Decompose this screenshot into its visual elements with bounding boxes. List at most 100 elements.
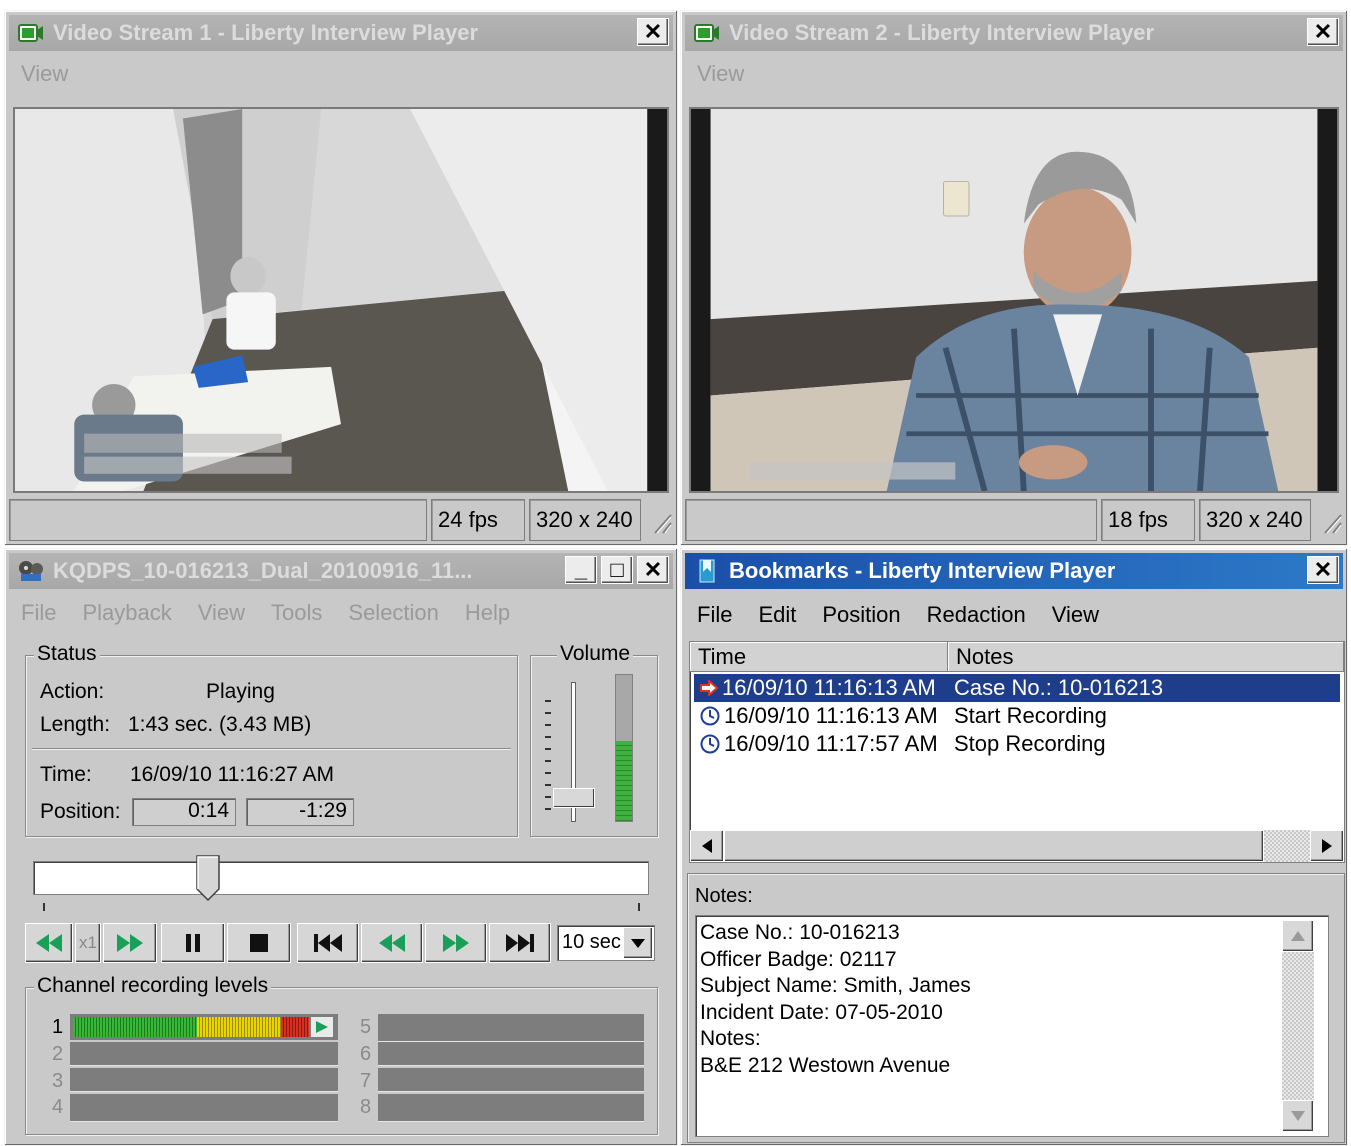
menu-view[interactable]: View <box>1052 602 1099 628</box>
channel-3-level-meter <box>70 1068 338 1092</box>
status-bar: 24 fps 320 x 240 <box>9 499 673 541</box>
video-stream-2-window: Video Stream 2 - Liberty Interview Playe… <box>680 10 1348 546</box>
close-button[interactable]: ✕ <box>637 18 669 46</box>
position-elapsed: 0:14 <box>132 798 236 826</box>
notes-line: Incident Date: 07-05-2010 <box>700 1000 943 1024</box>
seek-slider-thumb[interactable] <box>196 855 220 902</box>
go-to-start-button[interactable] <box>297 923 359 963</box>
menu-bar: File Playback View Tools Selection Help <box>9 598 673 628</box>
minimize-button[interactable]: _ <box>565 556 597 584</box>
close-button[interactable]: ✕ <box>1307 556 1339 584</box>
title-bar[interactable]: KQDPS_10-016213_Dual_20100916_11... _ □ … <box>9 553 673 589</box>
channel-number: 8 <box>360 1096 372 1118</box>
bookmark-note: Start Recording <box>954 703 1107 728</box>
volume-slider-thumb[interactable] <box>553 788 595 808</box>
close-button[interactable]: ✕ <box>637 556 669 584</box>
fps-readout: 18 fps <box>1101 499 1195 541</box>
volume-ticks <box>545 690 551 810</box>
status-group: Status Action: Playing Length: 1:43 sec.… <box>25 642 518 837</box>
channel-levels-group: Channel recording levels 1 2 3 4 5 6 7 8 <box>25 974 658 1135</box>
window-title: Video Stream 2 - Liberty Interview Playe… <box>729 20 1155 45</box>
resize-grip-icon[interactable] <box>1315 499 1343 541</box>
menu-playback[interactable]: Playback <box>82 600 171 626</box>
title-bar[interactable]: Video Stream 2 - Liberty Interview Playe… <box>685 15 1343 51</box>
scroll-up-button[interactable] <box>1282 920 1314 952</box>
channel-4-level-meter <box>70 1094 338 1122</box>
channel-number: 1 <box>52 1016 64 1038</box>
channel-number: 2 <box>52 1043 64 1065</box>
notes-line: Subject Name: Smith, James <box>700 974 971 997</box>
close-button[interactable]: ✕ <box>1307 18 1339 46</box>
channel-6-level-meter <box>378 1042 644 1066</box>
faster-button[interactable] <box>103 923 157 963</box>
channel-number: 3 <box>52 1070 64 1092</box>
menu-view[interactable]: View <box>21 61 68 87</box>
menu-position[interactable]: Position <box>822 602 900 628</box>
seek-tick-end <box>638 903 640 911</box>
menu-view[interactable]: View <box>697 61 744 87</box>
seek-track[interactable] <box>33 861 649 895</box>
status-bar: 18 fps 320 x 240 <box>685 499 1343 541</box>
menu-edit[interactable]: Edit <box>758 602 796 628</box>
pause-button[interactable] <box>161 923 225 963</box>
menu-view[interactable]: View <box>198 600 245 626</box>
menu-file[interactable]: File <box>697 602 732 628</box>
video-frame-2 <box>689 107 1339 493</box>
list-item[interactable]: 16/09/10 11:16:13 AM Case No.: 10-016213 <box>694 674 1340 702</box>
window-title: KQDPS_10-016213_Dual_20100916_11... <box>53 558 473 583</box>
channel-number: 5 <box>360 1016 372 1038</box>
bookmark-note: Stop Recording <box>954 731 1106 756</box>
status-empty <box>9 499 427 541</box>
volume-label: Volume <box>557 642 634 666</box>
menu-redaction[interactable]: Redaction <box>927 602 1026 628</box>
notes-line: Officer Badge: 02117 <box>700 947 897 971</box>
skip-back-button[interactable] <box>361 923 423 963</box>
notes-textarea[interactable]: Case No.: 10-016213 Officer Badge: 02117… <box>695 915 1329 1137</box>
column-header-time[interactable]: Time <box>690 642 948 672</box>
bookmarks-window: Bookmarks - Liberty Interview Player ✕ F… <box>680 548 1348 1146</box>
menu-selection[interactable]: Selection <box>348 600 439 626</box>
horizontal-scroll-thumb[interactable] <box>724 830 1264 862</box>
resize-grip-icon[interactable] <box>645 499 673 541</box>
bookmark-list: Time Notes 16/09/10 11:16:13 AM Case No.… <box>689 641 1345 863</box>
bookmark-note: Case No.: 10-016213 <box>954 675 1164 700</box>
title-bar[interactable]: Video Stream 1 - Liberty Interview Playe… <box>9 15 673 51</box>
position-remaining: -1:29 <box>246 798 354 826</box>
bookmark-time: 16/09/10 11:16:13 AM <box>724 703 938 728</box>
level-red-segment <box>281 1017 309 1037</box>
skip-interval-select[interactable]: 10 sec <box>557 925 655 961</box>
arrow-right-icon <box>700 680 718 696</box>
video-frame-1 <box>13 107 669 493</box>
bookmark-icon <box>693 559 721 583</box>
chevron-down-icon[interactable] <box>623 927 653 959</box>
list-item[interactable]: 16/09/10 11:16:13 AM Start Recording <box>694 702 1340 730</box>
notes-line: B&E 212 Westown Avenue <box>700 1053 951 1077</box>
channel-7-level-meter <box>378 1068 644 1092</box>
stop-button[interactable] <box>227 923 291 963</box>
menu-tools[interactable]: Tools <box>271 600 322 626</box>
menu-bar: View <box>685 59 1343 89</box>
scroll-left-button[interactable] <box>690 830 724 862</box>
play-icon <box>311 1017 333 1037</box>
skip-forward-button[interactable] <box>425 923 487 963</box>
vertical-scrollbar[interactable] <box>1282 920 1314 1132</box>
status-empty <box>685 499 1097 541</box>
skip-interval-value: 10 sec <box>562 931 621 953</box>
maximize-button[interactable]: □ <box>601 556 633 584</box>
slower-button[interactable] <box>25 923 73 963</box>
horizontal-scrollbar[interactable] <box>690 830 1344 862</box>
scroll-down-button[interactable] <box>1282 1100 1314 1132</box>
title-bar[interactable]: Bookmarks - Liberty Interview Player ✕ <box>685 553 1343 589</box>
go-to-end-button[interactable] <box>489 923 551 963</box>
column-header-notes[interactable]: Notes <box>948 642 1344 672</box>
bookmark-time: 16/09/10 11:17:57 AM <box>724 731 938 756</box>
channel-2-level-meter <box>70 1042 338 1066</box>
scroll-right-button[interactable] <box>1310 830 1344 862</box>
menu-help[interactable]: Help <box>465 600 510 626</box>
player-window: KQDPS_10-016213_Dual_20100916_11... _ □ … <box>4 548 678 1146</box>
list-item[interactable]: 16/09/10 11:17:57 AM Stop Recording <box>694 730 1340 758</box>
channel-5-level-meter <box>378 1014 644 1042</box>
status-divider <box>32 748 511 750</box>
menu-file[interactable]: File <box>21 600 56 626</box>
clock-icon <box>700 706 720 726</box>
